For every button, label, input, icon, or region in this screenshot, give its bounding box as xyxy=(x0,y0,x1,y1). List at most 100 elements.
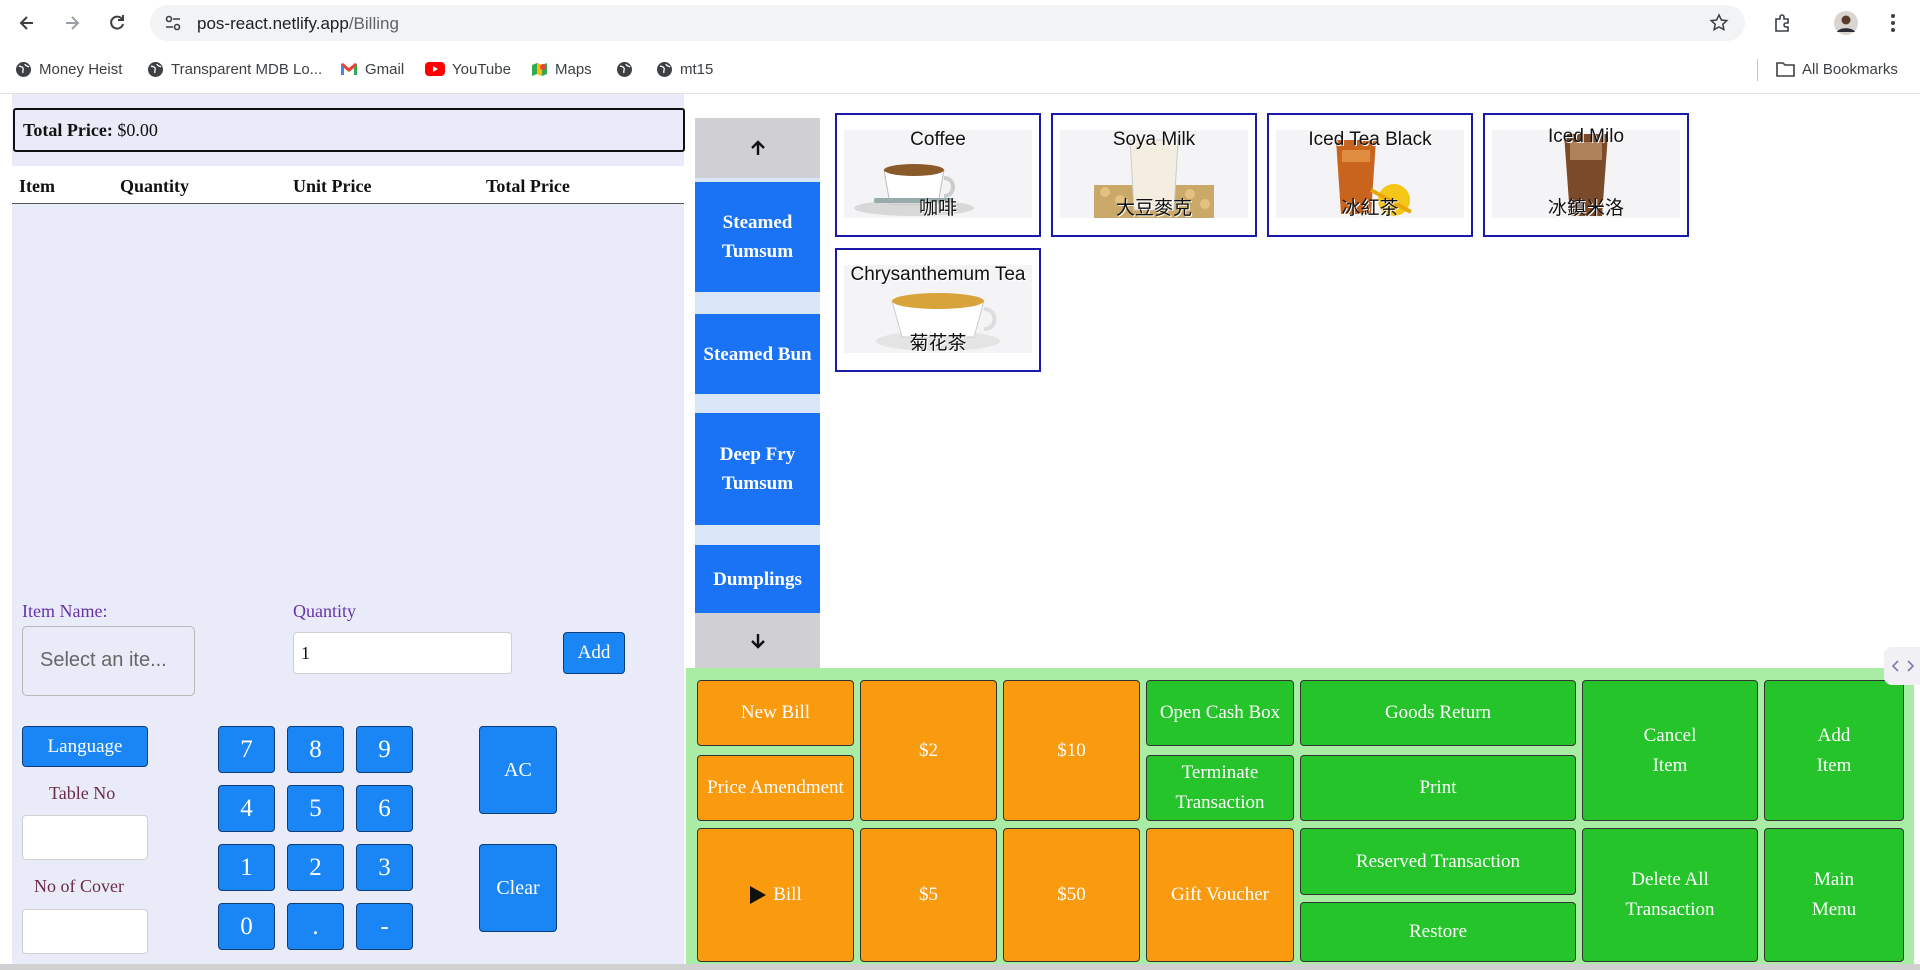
ac-button[interactable]: AC xyxy=(479,726,557,814)
product-soya-milk[interactable]: Soya Milk 大豆麥克 xyxy=(1051,113,1257,237)
total-price-label: Total Price: xyxy=(23,120,113,140)
category-divider xyxy=(695,525,820,545)
bookmark-gmail[interactable]: Gmail xyxy=(340,59,404,79)
product-iced-tea-black[interactable]: Iced Tea Black 冰紅茶 xyxy=(1267,113,1473,237)
bookmark-transparent-mdb[interactable]: Transparent MDB Lo... xyxy=(147,59,322,79)
restore-button[interactable]: Restore xyxy=(1300,902,1576,962)
terminate-transaction-button[interactable]: Terminate Transaction xyxy=(1146,755,1294,821)
address-bar[interactable]: pos-react.netlify.app/Billing xyxy=(150,5,1745,41)
browser-toolbar: pos-react.netlify.app/Billing xyxy=(0,0,1920,46)
reserved-transaction-button[interactable]: Reserved Transaction xyxy=(1300,828,1576,895)
bookmark-maps[interactable]: Maps xyxy=(531,59,592,79)
product-chrysanthemum-tea[interactable]: Chrysanthemum Tea 菊花茶 xyxy=(835,248,1041,372)
fifty-dollar-button[interactable]: $50 xyxy=(1003,828,1140,962)
key-3[interactable]: 3 xyxy=(356,844,413,891)
two-dollar-button[interactable]: $2 xyxy=(860,680,997,821)
item-select[interactable]: Select an ite... xyxy=(22,626,195,696)
total-price-value: $0.00 xyxy=(117,120,158,140)
reload-icon[interactable] xyxy=(103,9,131,37)
key-4[interactable]: 4 xyxy=(218,785,275,832)
url-path: /Billing xyxy=(348,14,399,33)
key-0[interactable]: 0 xyxy=(218,903,275,950)
add-button[interactable]: Add xyxy=(563,632,625,674)
quantity-input[interactable]: 1 xyxy=(293,632,512,674)
arrow-down-icon xyxy=(750,633,765,649)
category-deep-fry-tumsum[interactable]: Deep Fry Tumsum xyxy=(695,413,820,525)
bookmark-label: YouTube xyxy=(452,60,511,78)
back-icon[interactable] xyxy=(13,9,41,37)
open-cash-box-button[interactable]: Open Cash Box xyxy=(1146,680,1294,746)
all-bookmarks[interactable]: All Bookmarks xyxy=(1776,59,1898,79)
bookmark-globe[interactable] xyxy=(616,59,633,79)
bill-button[interactable]: Bill xyxy=(697,828,854,962)
bottom-scrollbar xyxy=(0,964,1920,970)
gmail-icon xyxy=(341,63,357,75)
key-5[interactable]: 5 xyxy=(287,785,344,832)
column-total-price: Total Price xyxy=(486,176,570,196)
site-info-icon[interactable] xyxy=(164,14,182,37)
bill-label: Bill xyxy=(773,884,802,905)
category-scroll-down[interactable] xyxy=(695,613,820,668)
key-9[interactable]: 9 xyxy=(356,726,413,773)
youtube-icon xyxy=(425,62,445,76)
print-button[interactable]: Print xyxy=(1300,755,1576,821)
language-button[interactable]: Language xyxy=(22,726,148,767)
ten-dollar-button[interactable]: $10 xyxy=(1003,680,1140,821)
column-unit-price: Unit Price xyxy=(293,176,372,196)
quantity-label: Quantity xyxy=(293,601,356,621)
product-iced-milo[interactable]: Iced Milo 冰鎮米洛 xyxy=(1483,113,1689,237)
category-divider xyxy=(695,394,820,413)
category-steamed-tumsum[interactable]: Steamed Tumsum xyxy=(695,182,820,292)
key-minus[interactable]: - xyxy=(356,903,413,950)
forward-icon[interactable] xyxy=(58,9,86,37)
globe-icon xyxy=(148,61,163,77)
bookmark-mt15[interactable]: mt15 xyxy=(656,59,713,79)
product-name: Coffee xyxy=(910,129,966,150)
total-price-box: Total Price: $0.00 xyxy=(13,108,685,152)
clear-button[interactable]: Clear xyxy=(479,844,557,932)
key-8[interactable]: 8 xyxy=(287,726,344,773)
bookmark-star-icon[interactable] xyxy=(1709,13,1729,38)
key-dot[interactable]: . xyxy=(287,903,344,950)
table-no-input[interactable] xyxy=(22,815,148,860)
folder-icon xyxy=(1776,62,1795,77)
bookmark-youtube[interactable]: YouTube xyxy=(425,59,511,79)
delete-all-transaction-button[interactable]: Delete All Transaction xyxy=(1582,828,1758,962)
new-bill-button[interactable]: New Bill xyxy=(697,680,854,746)
side-panel-tab[interactable] xyxy=(1884,647,1920,685)
menu-dots-icon[interactable] xyxy=(1879,9,1907,37)
bookmark-label: Transparent MDB Lo... xyxy=(171,60,323,78)
key-6[interactable]: 6 xyxy=(356,785,413,832)
product-chinese-name: 冰紅茶 xyxy=(1341,197,1399,219)
category-steamed-bun[interactable]: Steamed Bun xyxy=(695,314,820,394)
product-chinese-name: 大豆麥克 xyxy=(1115,197,1192,219)
profile-avatar[interactable] xyxy=(1832,9,1860,37)
globe-icon xyxy=(617,61,632,77)
main-menu-button[interactable]: Main Menu xyxy=(1764,828,1904,962)
key-2[interactable]: 2 xyxy=(287,844,344,891)
bookmark-label: mt15 xyxy=(680,60,714,78)
cover-label: No of Cover xyxy=(34,876,124,896)
category-dumplings[interactable]: Dumplings xyxy=(695,545,820,613)
price-amendment-button[interactable]: Price Amendment xyxy=(697,755,854,821)
product-chinese-name: 菊花茶 xyxy=(909,332,967,354)
five-dollar-button[interactable]: $5 xyxy=(860,828,997,962)
cover-input[interactable] xyxy=(22,909,148,954)
product-coffee[interactable]: Coffee 咖啡 xyxy=(835,113,1041,237)
key-1[interactable]: 1 xyxy=(218,844,275,891)
category-scroll-up[interactable] xyxy=(695,118,820,178)
goods-return-button[interactable]: Goods Return xyxy=(1300,680,1576,746)
key-7[interactable]: 7 xyxy=(218,726,275,773)
bookmarks-bar: Money Heist Transparent MDB Lo... Gmail … xyxy=(0,46,1920,94)
gift-voucher-button[interactable]: Gift Voucher xyxy=(1146,828,1294,962)
all-bookmarks-label: All Bookmarks xyxy=(1802,60,1898,78)
bookmark-money-heist[interactable]: Money Heist xyxy=(15,59,122,79)
extensions-icon[interactable] xyxy=(1768,9,1796,37)
play-icon xyxy=(750,886,767,904)
table-no-label: Table No xyxy=(49,783,116,803)
cancel-item-button[interactable]: Cancel Item xyxy=(1582,680,1758,821)
product-name: Iced Tea Black xyxy=(1308,129,1432,150)
category-divider xyxy=(695,292,820,314)
add-item-button[interactable]: Add Item xyxy=(1764,680,1904,821)
order-table-header: Item Quantity Unit Price Total Price xyxy=(12,166,684,204)
